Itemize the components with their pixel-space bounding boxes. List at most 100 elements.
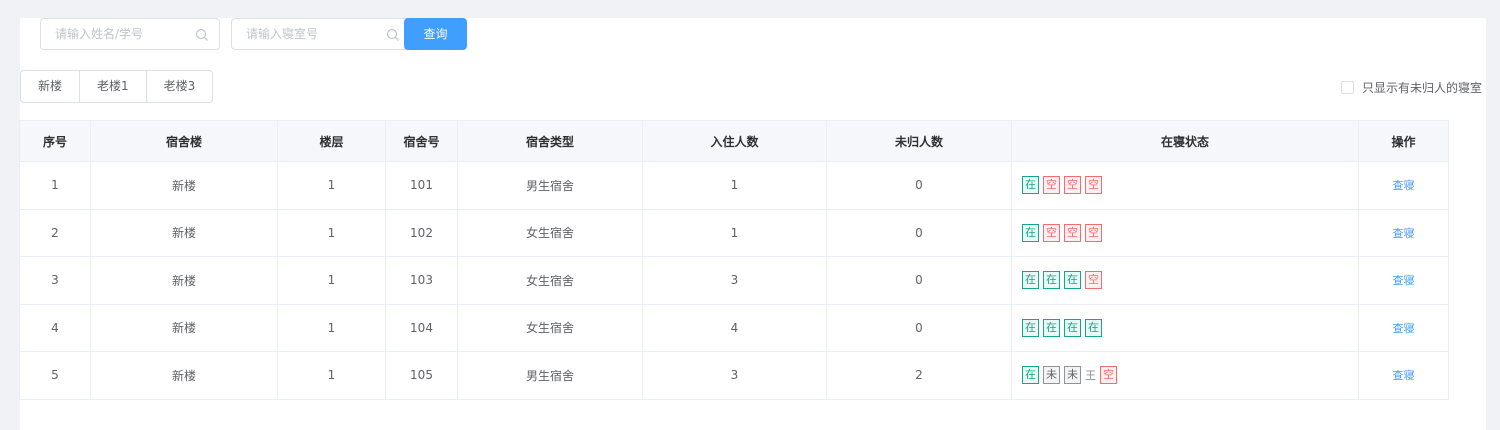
cell-status: 在在在在	[1011, 303, 1359, 352]
cell-action: 查寝	[1358, 256, 1449, 305]
cell-no: 5	[19, 351, 91, 400]
col-header-status: 在寝状态	[1011, 120, 1359, 162]
cell-occupants: 1	[642, 161, 827, 210]
check-room-link[interactable]: 查寝	[1393, 322, 1415, 335]
status-badge: 未	[1064, 366, 1081, 385]
status-badge: 在	[1022, 271, 1039, 290]
cell-building: 新楼	[90, 351, 278, 400]
status-badge: 空	[1100, 366, 1117, 385]
table-row: 5 新楼 1 105 男生宿舍 3 2 在未未王空查寝	[19, 351, 1449, 400]
cell-room: 101	[385, 161, 458, 210]
table-row: 2 新楼 1 102 女生宿舍 1 0 在空空空查寝	[19, 208, 1449, 257]
cell-floor: 1	[277, 351, 386, 400]
cell-no: 2	[19, 208, 91, 257]
cell-type: 女生宿舍	[457, 208, 643, 257]
status-badge: 未	[1043, 366, 1060, 385]
cell-room: 105	[385, 351, 458, 400]
cell-missing: 0	[826, 208, 1012, 257]
cell-status: 在未未王空	[1011, 351, 1359, 400]
status-badge: 空	[1085, 223, 1102, 242]
room-search-field[interactable]	[231, 18, 411, 50]
status-badge: 空	[1085, 271, 1102, 290]
cell-floor: 1	[277, 256, 386, 305]
cell-occupants: 4	[642, 303, 827, 352]
table-row: 1 新楼 1 101 男生宿舍 1 0 在空空空查寝	[19, 161, 1449, 210]
check-room-link[interactable]: 查寝	[1393, 274, 1415, 287]
cell-status: 在在在空	[1011, 256, 1359, 305]
cell-type: 女生宿舍	[457, 256, 643, 305]
cell-room: 102	[385, 208, 458, 257]
tab-new-building[interactable]: 新楼	[20, 70, 81, 103]
room-search-input[interactable]	[232, 19, 372, 49]
cell-action: 查寝	[1358, 303, 1449, 352]
cell-action: 查寝	[1358, 208, 1449, 257]
cell-floor: 1	[277, 208, 386, 257]
check-room-link[interactable]: 查寝	[1393, 179, 1415, 192]
missing-filter-checkbox[interactable]	[1340, 81, 1354, 94]
cell-missing: 0	[826, 161, 1012, 210]
col-header-room: 宿舍号	[385, 120, 458, 162]
status-badge: 在	[1022, 366, 1039, 385]
missing-filter-label: 只显示有未归人的寝室	[1361, 81, 1482, 95]
col-header-building: 宿舍楼	[90, 120, 278, 162]
col-header-no: 序号	[19, 120, 91, 162]
cell-missing: 2	[826, 351, 1012, 400]
table-header-row: 序号 宿舍楼 楼层 宿舍号 宿舍类型 入住人数 未归人数 在寝状态 操作	[19, 120, 1449, 162]
cell-type: 男生宿舍	[457, 161, 643, 210]
status-badge: 在	[1064, 271, 1081, 290]
cell-floor: 1	[277, 303, 386, 352]
cell-building: 新楼	[90, 256, 278, 305]
status-badge: 空	[1043, 223, 1060, 242]
dorm-table: 序号 宿舍楼 楼层 宿舍号 宿舍类型 入住人数 未归人数 在寝状态 操作 1 新楼…	[19, 120, 1449, 400]
col-header-action: 操作	[1358, 120, 1449, 162]
status-badge: 在	[1064, 318, 1081, 337]
status-badge: 在	[1043, 318, 1060, 337]
cell-type: 男生宿舍	[457, 351, 643, 400]
cell-status: 在空空空	[1011, 161, 1359, 210]
cell-no: 3	[19, 256, 91, 305]
tab-old-building-3[interactable]: 老楼3	[145, 70, 214, 103]
status-badge: 空	[1064, 176, 1081, 195]
col-header-occupants: 入住人数	[642, 120, 827, 162]
cell-missing: 0	[826, 303, 1012, 352]
search-icon	[386, 28, 399, 41]
status-badge: 空	[1064, 223, 1081, 242]
cell-room: 103	[385, 256, 458, 305]
cell-status: 在空空空	[1011, 208, 1359, 257]
check-room-link[interactable]: 查寝	[1393, 369, 1415, 382]
status-badge: 在	[1022, 176, 1039, 195]
resident-name: 王	[1085, 369, 1096, 383]
status-badge: 在	[1022, 223, 1039, 242]
cell-missing: 0	[826, 256, 1012, 305]
cell-action: 查寝	[1358, 161, 1449, 210]
check-room-link[interactable]: 查寝	[1393, 227, 1415, 240]
status-badge: 在	[1085, 318, 1102, 337]
cell-building: 新楼	[90, 161, 278, 210]
search-icon	[195, 28, 208, 41]
col-header-missing: 未归人数	[826, 120, 1012, 162]
name-search-field[interactable]	[40, 18, 220, 50]
name-search-input[interactable]	[41, 19, 181, 49]
cell-occupants: 3	[642, 256, 827, 305]
cell-no: 4	[19, 303, 91, 352]
cell-floor: 1	[277, 161, 386, 210]
missing-filter[interactable]: 只显示有未归人的寝室	[1340, 79, 1482, 96]
col-header-type: 宿舍类型	[457, 120, 643, 162]
cell-building: 新楼	[90, 208, 278, 257]
table-row: 4 新楼 1 104 女生宿舍 4 0 在在在在查寝	[19, 303, 1449, 352]
query-button[interactable]: 查询	[404, 18, 467, 50]
table-row: 3 新楼 1 103 女生宿舍 3 0 在在在空查寝	[19, 256, 1449, 305]
status-badge: 在	[1043, 271, 1060, 290]
status-badge: 在	[1022, 318, 1039, 337]
cell-room: 104	[385, 303, 458, 352]
cell-occupants: 3	[642, 351, 827, 400]
cell-no: 1	[19, 161, 91, 210]
building-tabs: 新楼 老楼1 老楼3	[20, 70, 214, 103]
status-badge: 空	[1043, 176, 1060, 195]
cell-building: 新楼	[90, 303, 278, 352]
cell-type: 女生宿舍	[457, 303, 643, 352]
status-badge: 空	[1085, 176, 1102, 195]
tab-old-building-1[interactable]: 老楼1	[79, 70, 147, 103]
cell-action: 查寝	[1358, 351, 1449, 400]
col-header-floor: 楼层	[277, 120, 386, 162]
